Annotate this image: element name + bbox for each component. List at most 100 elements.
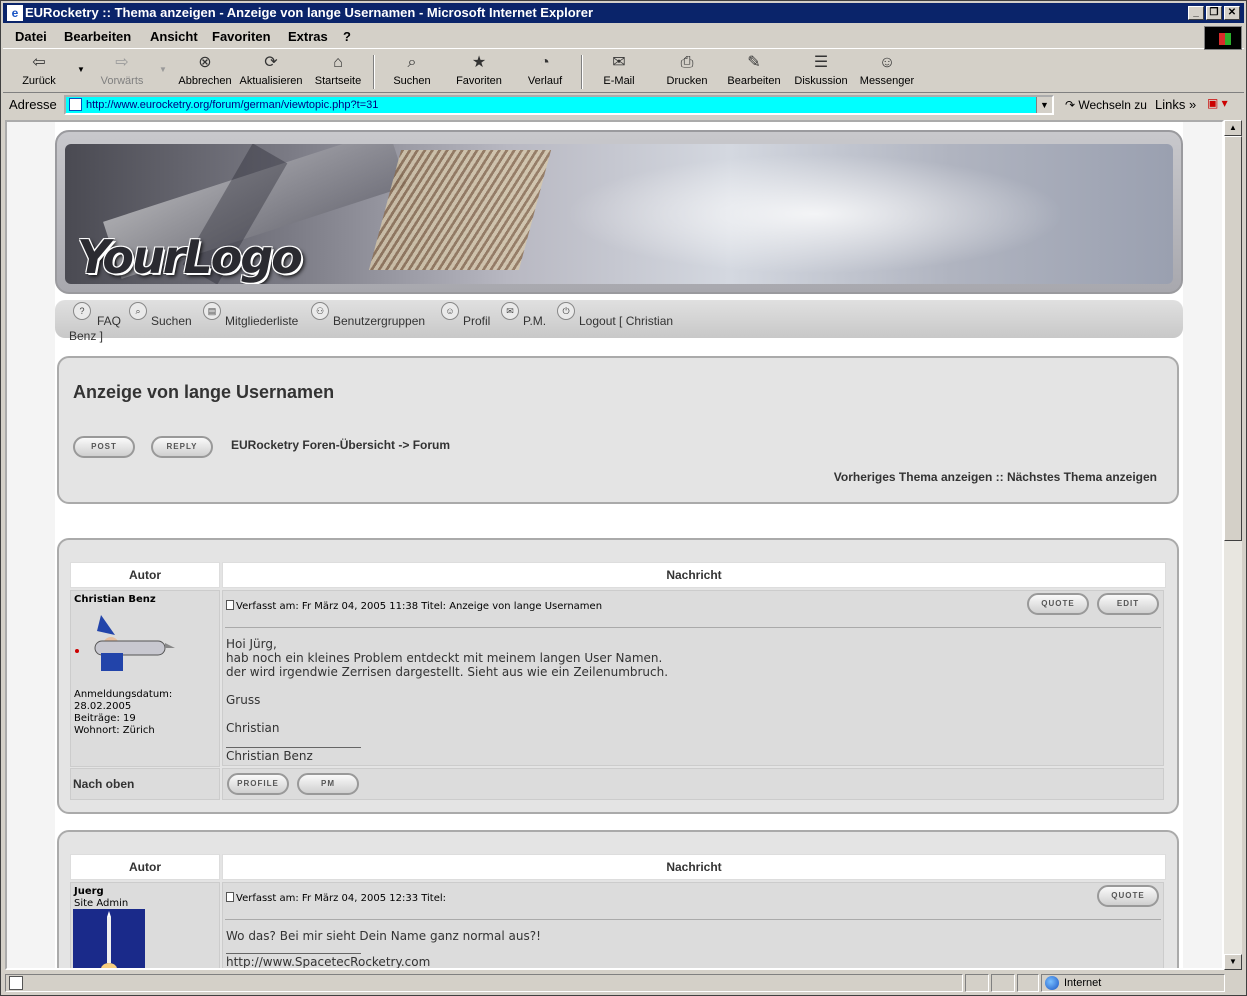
edit-button[interactable]: ✎ Bearbeiten <box>725 53 783 87</box>
back-to-top-cell: Nach oben <box>70 768 220 800</box>
header-banner: YourLogo <box>65 144 1173 284</box>
go-button[interactable]: ↷ Wechseln zu <box>1065 98 1147 112</box>
profile-icon: ☺ <box>441 302 459 320</box>
post-button[interactable]: POST <box>73 436 135 458</box>
faq-icon: ? <box>73 302 91 320</box>
menu-help[interactable]: ? <box>343 29 351 44</box>
search-icon: ⌕ <box>129 302 147 320</box>
menu-datei[interactable]: Datei <box>15 29 47 44</box>
post-divider <box>225 919 1161 920</box>
address-input[interactable]: http://www.eurocketry.org/forum/german/v… <box>64 95 1054 115</box>
user-location: Wohnort: Zürich <box>74 725 155 736</box>
nav-logout-wrap[interactable]: Benz ] <box>69 329 103 343</box>
address-bar: Adresse http://www.eurocketry.org/forum/… <box>3 94 1244 118</box>
signature-divider <box>226 747 361 748</box>
menu-bearbeiten[interactable]: Bearbeiten <box>64 29 131 44</box>
status-text-pane <box>5 974 963 992</box>
prev-next-links[interactable]: Vorheriges Thema anzeigen :: Nächstes Th… <box>834 470 1157 484</box>
mail-button[interactable]: ✉ E-Mail <box>599 53 639 87</box>
author-header: Autor <box>70 562 220 588</box>
address-label: Adresse <box>9 97 57 112</box>
site-logo[interactable]: YourLogo <box>77 230 303 284</box>
groups-icon: ⚇ <box>311 302 329 320</box>
title-bar: e EURocketry :: Thema anzeigen - Anzeige… <box>3 3 1244 23</box>
left-margin <box>7 122 55 968</box>
home-icon: ⌂ <box>333 54 343 71</box>
right-margin <box>1183 122 1222 968</box>
mail-icon: ✉ <box>612 54 626 71</box>
edit-post-button[interactable]: EDIT <box>1097 593 1159 615</box>
home-button[interactable]: ⌂ Startseite <box>313 53 363 87</box>
discussion-icon: ☰ <box>813 54 829 71</box>
status-pane <box>1017 974 1039 992</box>
post-count: Beiträge: 19 <box>74 713 136 724</box>
back-to-top-link[interactable]: Nach oben <box>73 777 134 791</box>
toolbar-separator <box>373 55 375 89</box>
signature-divider <box>226 953 361 954</box>
forward-arrow-icon: ⇨ <box>115 54 129 71</box>
minimize-button[interactable]: _ <box>1188 6 1204 20</box>
scroll-thumb[interactable] <box>1224 136 1242 541</box>
links-button[interactable]: Links » <box>1155 97 1196 112</box>
vertical-scrollbar[interactable]: ▲ ▼ <box>1224 120 1242 970</box>
discuss-button[interactable]: ☰ Diskussion <box>793 53 849 87</box>
favorites-icon: ★ <box>471 54 487 71</box>
forward-button[interactable]: ⇨ Vorwärts <box>97 53 147 87</box>
address-dropdown-icon[interactable]: ▼ <box>1036 97 1052 113</box>
search-icon: ⌕ <box>407 54 417 71</box>
printer-icon: ⎙ <box>680 54 694 71</box>
menu-bar: Datei Bearbeiten Ansicht Favoriten Extra… <box>3 25 1244 50</box>
globe-icon <box>1045 976 1059 990</box>
refresh-button[interactable]: ⟳ Aktualisieren <box>239 53 303 87</box>
scroll-up-icon[interactable]: ▲ <box>1224 120 1242 136</box>
menu-favoriten[interactable]: Favoriten <box>212 29 271 44</box>
site-header: YourLogo <box>55 130 1183 294</box>
messenger-icon: ☺ <box>878 54 896 71</box>
ie-icon: e <box>7 5 23 21</box>
post-divider <box>225 627 1161 628</box>
pm-button[interactable]: PM <box>297 773 359 795</box>
stop-icon: ⊗ <box>198 54 212 71</box>
page-status-icon <box>9 976 23 990</box>
author-cell: Christian Benz Anmeldungsdatum: 28.02.20… <box>70 590 220 767</box>
banner-graphic <box>368 150 552 270</box>
history-button[interactable]: ◔ Verlauf <box>525 53 565 87</box>
post-body: Wo das? Bei mir sieht Dein Name ganz nor… <box>226 929 541 943</box>
post-author: Juerg <box>74 886 104 897</box>
post-header: Verfasst am: Fr März 04, 2005 12:33 Tite… <box>226 892 446 904</box>
topic-title[interactable]: Anzeige von lange Usernamen <box>73 382 334 403</box>
forum-nav: ? FAQ ⌕ Suchen ▤ Mitgliederliste ⚇ Benutzerg… <box>55 300 1183 343</box>
banner-graphic <box>565 154 1065 274</box>
favorites-button[interactable]: ★ Favoriten <box>453 53 505 87</box>
post-signature: Christian Benz <box>226 749 313 763</box>
post-actions-cell: PROFILE PM <box>222 768 1164 800</box>
post-icon <box>226 600 234 610</box>
profile-button[interactable]: PROFILE <box>227 773 289 795</box>
author-header: Autor <box>70 854 220 880</box>
scroll-down-icon[interactable]: ▼ <box>1224 954 1242 970</box>
breadcrumb[interactable]: EURocketry Foren-Übersicht -> Forum <box>231 438 450 452</box>
back-button[interactable]: ⇦ Zurück <box>19 53 59 87</box>
menu-extras[interactable]: Extras <box>288 29 328 44</box>
join-date: Anmeldungsdatum: 28.02.2005 <box>74 689 173 712</box>
print-button[interactable]: ⎙ Drucken <box>663 53 711 87</box>
post-signature[interactable]: http://www.SpacetecRocketry.com <box>226 955 430 968</box>
stop-button[interactable]: ⊗ Abbrechen <box>177 53 233 87</box>
quote-button[interactable]: QUOTE <box>1027 593 1089 615</box>
messenger-button[interactable]: ☺ Messenger <box>859 53 915 87</box>
search-button[interactable]: ⌕ Suchen <box>389 53 435 87</box>
refresh-icon: ⟳ <box>264 54 278 71</box>
menu-ansicht[interactable]: Ansicht <box>150 29 198 44</box>
back-dropdown-icon[interactable]: ▼ <box>77 65 85 74</box>
restore-button[interactable]: ❐ <box>1206 6 1222 20</box>
reply-button[interactable]: REPLY <box>151 436 213 458</box>
pdf-icon[interactable]: ▣ ▾ <box>1207 96 1228 110</box>
zone-pane: Internet <box>1041 974 1225 992</box>
message-header: Nachricht <box>222 854 1166 880</box>
quote-button[interactable]: QUOTE <box>1097 885 1159 907</box>
members-icon: ▤ <box>203 302 221 320</box>
close-button[interactable]: ✕ <box>1224 6 1240 20</box>
post-author: Christian Benz <box>74 594 156 605</box>
forward-dropdown-icon[interactable]: ▼ <box>159 65 167 74</box>
avatar <box>73 909 145 968</box>
